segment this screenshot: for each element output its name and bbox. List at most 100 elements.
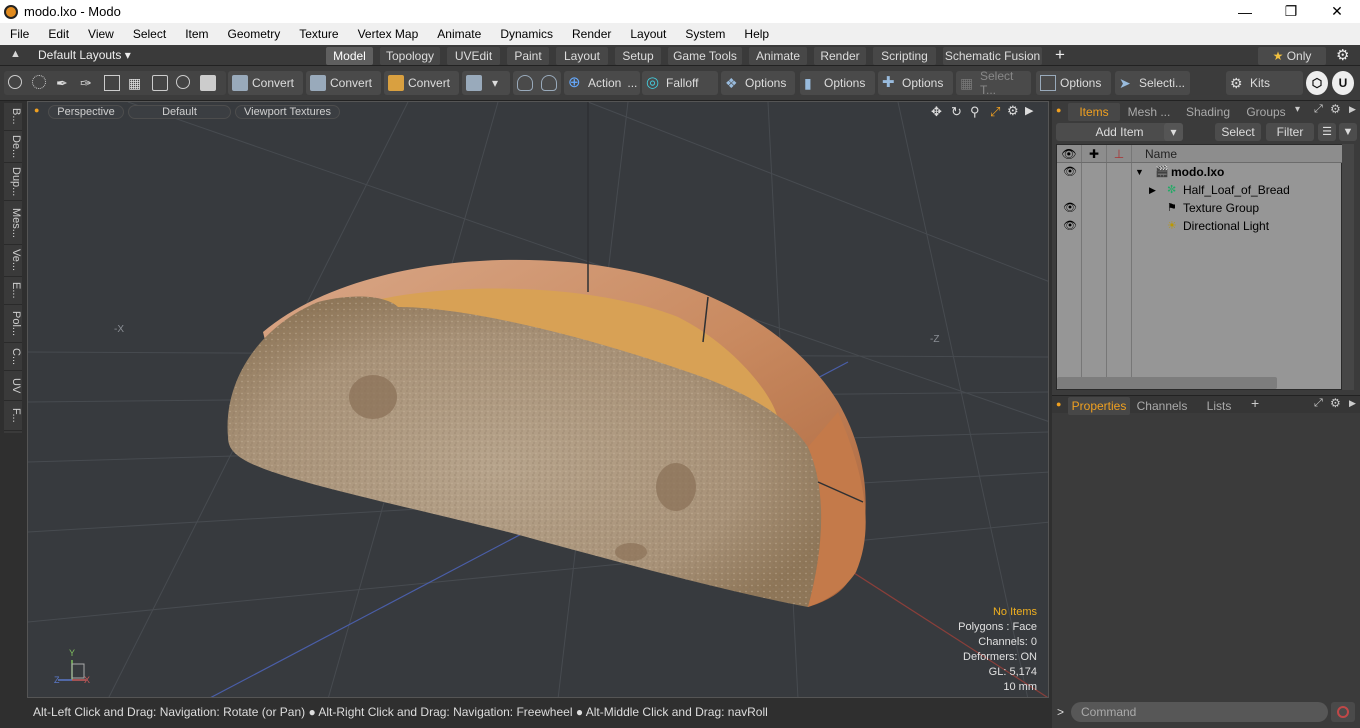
menu-animate[interactable]: Animate bbox=[427, 27, 490, 41]
tab-mesh[interactable]: Mesh ... bbox=[1124, 103, 1174, 121]
shading-style-dropdown[interactable]: Default bbox=[128, 105, 231, 119]
left-tab-mesh-edit[interactable]: Mes... bbox=[4, 201, 22, 245]
brush-icon[interactable]: ✑ bbox=[80, 75, 96, 91]
tab-layout[interactable]: Layout bbox=[556, 47, 608, 65]
convert-button-1[interactable]: Convert bbox=[228, 71, 303, 95]
rotate-icon[interactable]: ↻ bbox=[951, 104, 962, 120]
view-type-dropdown[interactable]: Perspective bbox=[48, 105, 124, 119]
add-tab-icon[interactable]: + bbox=[1251, 395, 1259, 411]
edge-mode-icon[interactable] bbox=[104, 75, 120, 91]
select-button[interactable]: Select bbox=[1215, 123, 1261, 141]
tab-groups[interactable]: Groups bbox=[1240, 103, 1292, 121]
tab-model[interactable]: Model bbox=[326, 47, 373, 65]
tab-scripting[interactable]: Scripting bbox=[873, 47, 936, 65]
tab-paint[interactable]: Paint bbox=[507, 47, 549, 65]
pan-icon[interactable]: ✥ bbox=[931, 104, 942, 120]
shading-dropdown[interactable]: ▾ bbox=[462, 71, 510, 95]
menu-item[interactable]: Item bbox=[175, 27, 217, 41]
tab-setup[interactable]: Setup bbox=[615, 47, 661, 65]
panel-gear-icon[interactable]: ⚙ bbox=[1330, 396, 1341, 410]
left-tab-deform[interactable]: De... bbox=[4, 131, 22, 163]
cube-icon[interactable] bbox=[200, 75, 216, 91]
globe-icon[interactable] bbox=[32, 75, 48, 91]
3d-viewport[interactable]: -X -Z Y Z X ● Perspective Default Viewpo… bbox=[27, 101, 1049, 698]
visibility-eye-icon[interactable]: 👁 bbox=[1063, 199, 1077, 217]
lock-column-icon[interactable]: ✚ bbox=[1082, 145, 1107, 162]
panel-gear-icon[interactable]: ⚙ bbox=[1330, 102, 1341, 116]
action-center-button[interactable]: ⊕ Action... bbox=[564, 71, 640, 95]
layout-toggle-icon[interactable]: ▲ bbox=[10, 48, 21, 60]
menu-dynamics[interactable]: Dynamics bbox=[490, 27, 562, 41]
tab-topology[interactable]: Topology bbox=[380, 47, 440, 65]
eye-column-icon[interactable]: 👁 bbox=[1057, 145, 1082, 162]
unity-icon[interactable]: ⬡ bbox=[1306, 71, 1328, 95]
chevron-down-icon[interactable]: ▾ bbox=[1295, 104, 1300, 115]
tab-render[interactable]: Render bbox=[814, 47, 866, 65]
tab-lists[interactable]: Lists bbox=[1194, 397, 1244, 415]
tab-shading[interactable]: Shading bbox=[1180, 103, 1236, 121]
menu-help[interactable]: Help bbox=[734, 27, 778, 41]
command-input[interactable]: Command bbox=[1071, 702, 1328, 722]
menu-edit[interactable]: Edit bbox=[38, 27, 78, 41]
menu-view[interactable]: View bbox=[78, 27, 123, 41]
select-through-button[interactable]: ▦ Select T... bbox=[956, 69, 1031, 97]
panel-arrow-icon[interactable]: ▶ bbox=[1349, 104, 1356, 115]
menu-layout[interactable]: Layout bbox=[620, 27, 675, 41]
tab-game-tools[interactable]: Game Tools bbox=[668, 47, 742, 65]
options-button-3[interactable]: ✚ Options bbox=[878, 71, 953, 95]
expand-arrow-icon[interactable]: ▶ bbox=[1149, 181, 1156, 199]
item-row-texture-group[interactable]: 👁 ⚑ Texture Group bbox=[1057, 199, 1343, 217]
left-tab-vertex[interactable]: Ve... bbox=[4, 245, 22, 277]
kits-button[interactable]: ⚙ Kits bbox=[1226, 71, 1303, 95]
menu-file[interactable]: File bbox=[0, 27, 38, 41]
close-button[interactable]: ✕ bbox=[1314, 0, 1360, 23]
funnel-icon[interactable]: ▼ bbox=[1339, 123, 1357, 141]
panel-arrow-icon[interactable]: ▶ bbox=[1349, 398, 1356, 409]
shield-icon[interactable] bbox=[517, 75, 533, 91]
menu-render[interactable]: Render bbox=[562, 27, 620, 41]
convert-button-2[interactable]: Convert bbox=[306, 71, 381, 95]
maximize-button[interactable]: ❐ bbox=[1268, 0, 1314, 23]
axis-column-icon[interactable]: ⊥ bbox=[1107, 145, 1132, 162]
only-toggle[interactable]: ★ Only bbox=[1258, 47, 1326, 65]
tab-properties[interactable]: Properties bbox=[1068, 397, 1130, 415]
tab-channels[interactable]: Channels bbox=[1134, 397, 1190, 415]
panel-menu-dot[interactable]: ● bbox=[1056, 105, 1061, 115]
visibility-eye-icon[interactable]: 👁 bbox=[1063, 163, 1077, 181]
left-tab-edge[interactable]: E... bbox=[4, 277, 22, 305]
shield-icon[interactable] bbox=[541, 75, 557, 91]
gear-icon[interactable]: ⚙ bbox=[1336, 46, 1349, 64]
menu-vertex-map[interactable]: Vertex Map bbox=[348, 27, 428, 41]
item-row-mesh[interactable]: ▶ ✼ Half_Loaf_of_Bread bbox=[1057, 181, 1343, 199]
panel-menu-dot[interactable]: ● bbox=[1056, 399, 1061, 409]
viewport-expand-icon[interactable]: ▶ bbox=[1025, 104, 1033, 117]
left-tab-basic[interactable]: B... bbox=[4, 103, 22, 131]
menu-geometry[interactable]: Geometry bbox=[218, 27, 290, 41]
record-button[interactable] bbox=[1331, 702, 1355, 722]
left-tab-curve[interactable]: C... bbox=[4, 343, 22, 371]
menu-texture[interactable]: Texture bbox=[289, 27, 347, 41]
item-row-light[interactable]: 👁 ☀ Directional Light bbox=[1057, 217, 1343, 235]
item-row-scene[interactable]: 👁 ▼ 🎬 modo.lxo bbox=[1057, 163, 1343, 181]
viewport-textures-dropdown[interactable]: Viewport Textures bbox=[235, 105, 340, 119]
pen-icon[interactable]: ✒ bbox=[56, 75, 72, 91]
tab-schematic-fusion[interactable]: Schematic Fusion bbox=[943, 47, 1042, 65]
options-button-4[interactable]: Options bbox=[1036, 71, 1111, 95]
tab-items[interactable]: Items bbox=[1068, 103, 1120, 121]
collapse-icon[interactable]: ☰ bbox=[1318, 123, 1336, 141]
add-item-dropdown[interactable]: ▾ bbox=[1164, 123, 1183, 141]
add-tab-icon[interactable]: + bbox=[1055, 45, 1065, 65]
selection-sets-button[interactable]: ➤ Selecti... bbox=[1115, 71, 1190, 95]
expand-icon[interactable]: ⤢ bbox=[1314, 103, 1323, 116]
options-button-1[interactable]: ❖ Options bbox=[721, 71, 795, 95]
convert-button-3[interactable]: Convert bbox=[384, 71, 459, 95]
polygon-mode-icon[interactable]: ▦ bbox=[128, 75, 144, 91]
expand-arrow-icon[interactable]: ▼ bbox=[1135, 163, 1144, 181]
item-mode-icon[interactable] bbox=[152, 75, 168, 91]
vertical-scrollbar[interactable] bbox=[1342, 144, 1354, 390]
default-layouts-dropdown[interactable]: Default Layouts ▾ bbox=[38, 48, 131, 62]
expand-icon[interactable]: ⤢ bbox=[1314, 397, 1323, 410]
left-tab-polygon[interactable]: Pol... bbox=[4, 305, 22, 343]
left-tab-fusion[interactable]: F... bbox=[4, 401, 22, 431]
falloff-button[interactable]: ◎ Falloff bbox=[642, 71, 718, 95]
